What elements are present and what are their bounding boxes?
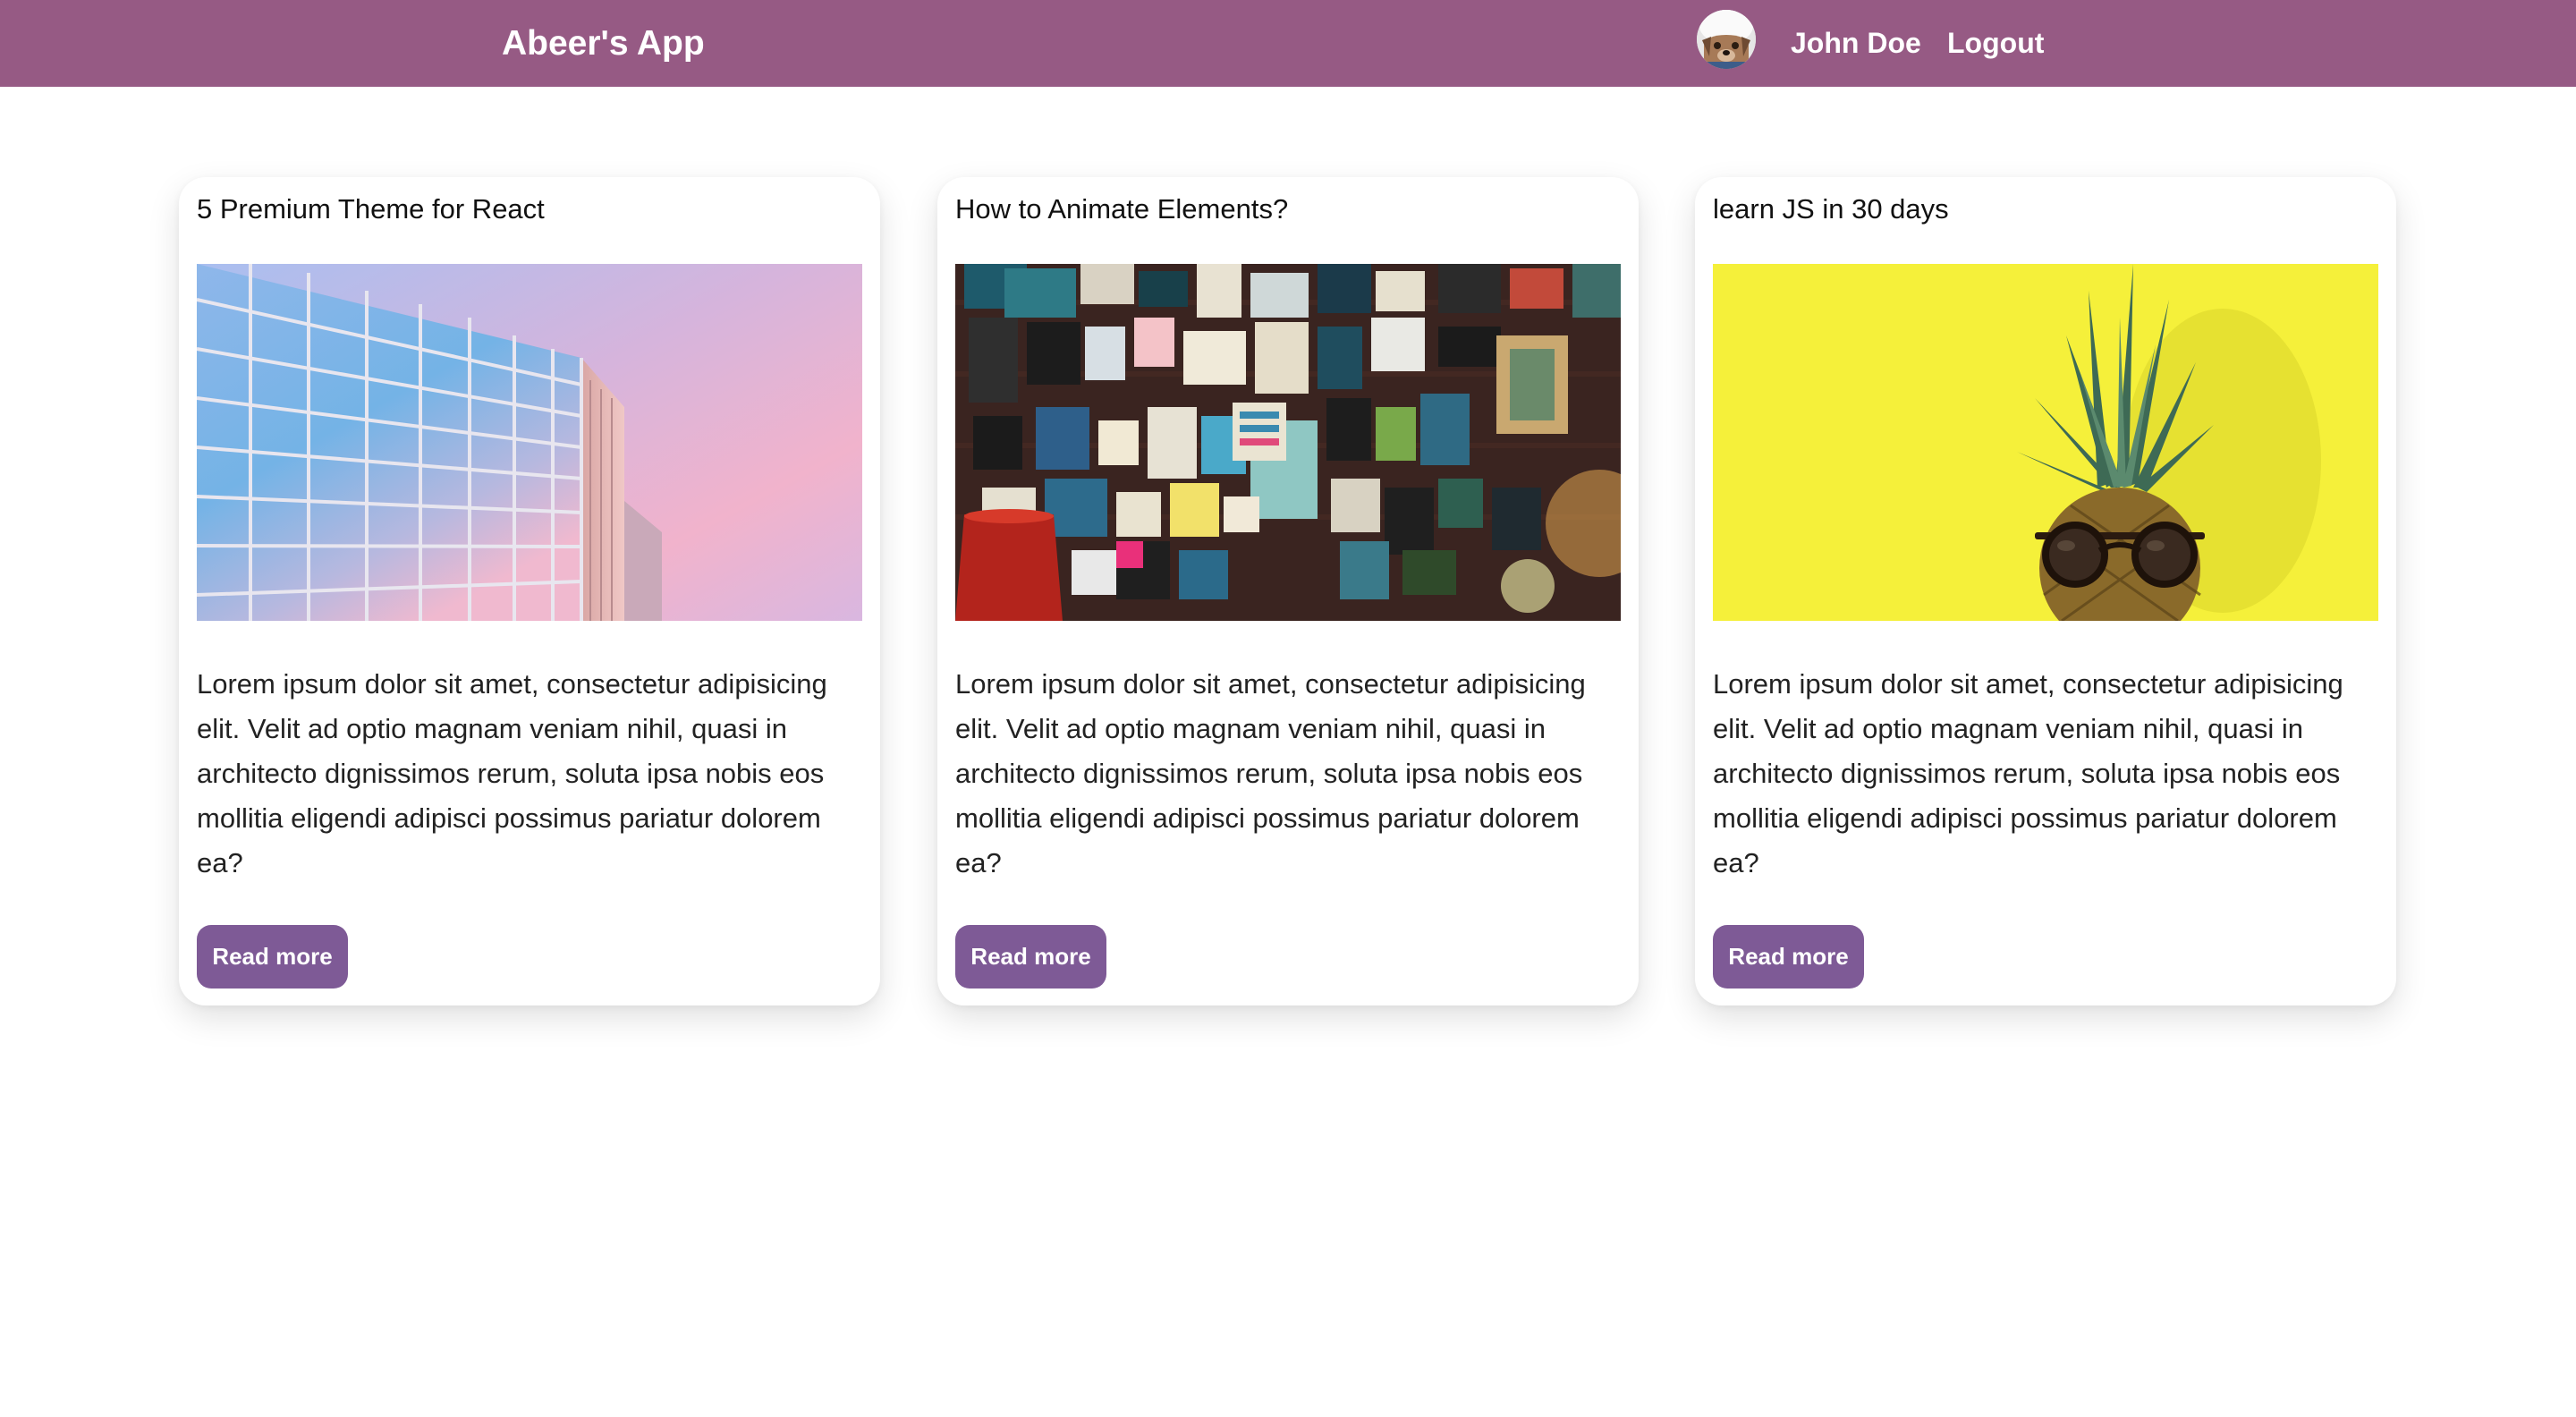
card-description: Lorem ipsum dolor sit amet, consectetur … (955, 668, 1586, 878)
app-brand-link[interactable]: Abeer's App (502, 0, 705, 87)
read-more-button[interactable]: Read more (1713, 925, 1864, 989)
card-description: Lorem ipsum dolor sit amet, consectetur … (197, 668, 827, 878)
post-card: learn JS in 30 days Lorem ipsum dolor si… (1695, 177, 2396, 1005)
wall-of-signs-image (955, 264, 1621, 621)
card-description: Lorem ipsum dolor sit amet, consectetur … (1713, 668, 2343, 878)
pineapple-sunglasses-image (1713, 264, 2378, 621)
post-card: 5 Premium Theme for React Lorem ipsum do… (179, 177, 880, 1005)
user-avatar[interactable] (1697, 10, 1756, 69)
post-card: How to Animate Elements? Lorem ipsum dol… (937, 177, 1639, 1005)
card-title: How to Animate Elements? (955, 193, 1289, 225)
read-more-button[interactable]: Read more (197, 925, 348, 989)
logout-link[interactable]: Logout (1947, 0, 2044, 87)
top-navbar: Abeer's App John Doe Logout (0, 0, 2576, 87)
card-title: 5 Premium Theme for React (197, 193, 545, 225)
card-image (197, 264, 862, 621)
glass-building-image (197, 264, 862, 621)
dog-avatar-icon (1697, 10, 1756, 69)
card-image (1713, 264, 2378, 621)
user-name[interactable]: John Doe (1791, 0, 1921, 87)
read-more-button[interactable]: Read more (955, 925, 1106, 989)
card-image (955, 264, 1621, 621)
card-title: learn JS in 30 days (1713, 193, 1949, 225)
